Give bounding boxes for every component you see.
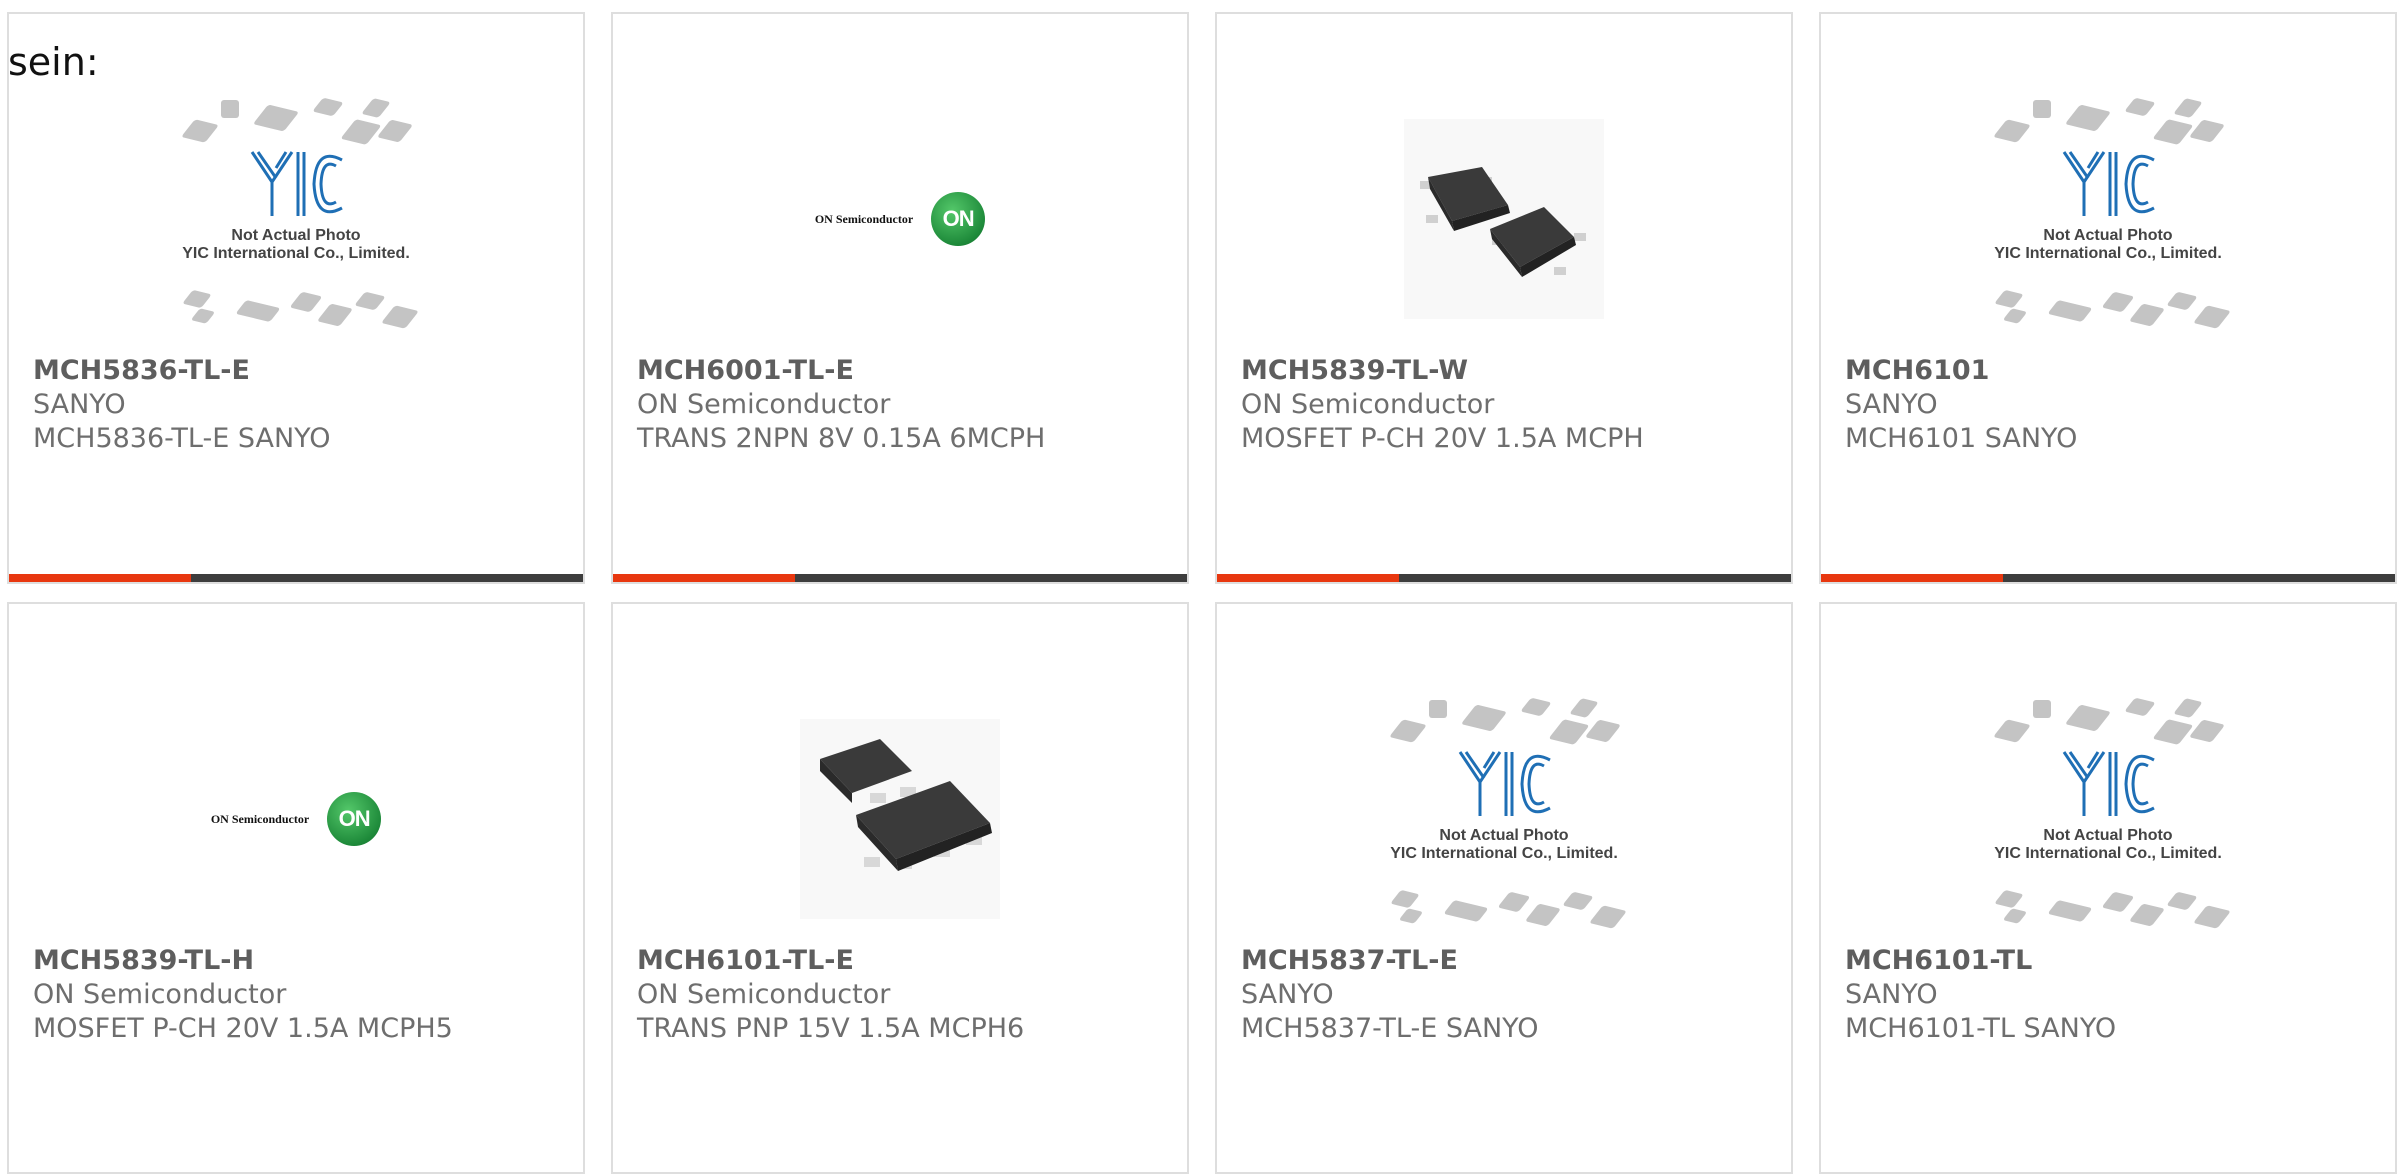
part-number[interactable]: MCH5839-TL-W: [1241, 354, 1644, 388]
placeholder-caption: Not Actual Photo: [1439, 827, 1569, 844]
manufacturer: SANYO: [33, 389, 126, 420]
manufacturer: SANYO: [1845, 979, 1938, 1010]
product-card[interactable]: ON Semiconductor ON MCH6001-TL-E ON Semi…: [611, 12, 1189, 584]
product-image[interactable]: ON Semiconductor ON: [9, 684, 583, 954]
product-card[interactable]: Not Actual Photo YIC International Co., …: [1819, 12, 2397, 584]
part-number[interactable]: MCH6101: [1845, 354, 2077, 388]
on-semiconductor-logo: ON Semiconductor ON: [815, 192, 986, 246]
part-number[interactable]: MCH5839-TL-H: [33, 944, 453, 978]
package-photo-icon: [1404, 119, 1604, 319]
product-card[interactable]: Not Actual Photo YIC International Co., …: [1819, 602, 2397, 1174]
product-image[interactable]: Not Actual Photo YIC International Co., …: [1821, 684, 2395, 954]
description: MCH5836-TL-E SANYO: [33, 423, 331, 454]
part-number[interactable]: MCH5836-TL-E: [33, 354, 330, 388]
card-bottom-bar: [613, 574, 1187, 582]
product-image[interactable]: Not Actual Photo YIC International Co., …: [1821, 84, 2395, 354]
part-number[interactable]: MCH6101-TL: [1845, 944, 2116, 978]
yic-logo-icon: [1458, 751, 1551, 816]
placeholder-caption: Not Actual Photo: [2043, 827, 2173, 844]
yic-logo-icon: [2062, 151, 2155, 216]
description: MCH6101 SANYO: [1845, 423, 2078, 454]
product-card[interactable]: Not Actual Photo YIC International Co., …: [1215, 602, 1793, 1174]
card-bottom-bar: [1217, 574, 1791, 582]
product-card[interactable]: Not Actual Photo YIC International Co., …: [7, 12, 585, 584]
description: MOSFET P-CH 20V 1.5A MCPH5: [33, 1013, 453, 1044]
yic-logo-icon: [2062, 751, 2155, 816]
description: MCH5837-TL-E SANYO: [1241, 1013, 1539, 1044]
part-number[interactable]: MCH6001-TL-E: [637, 354, 1045, 388]
product-card[interactable]: MCH5839-TL-W ON Semiconductor MOSFET P-C…: [1215, 12, 1793, 584]
on-logo-icon: ON: [327, 792, 382, 846]
part-number[interactable]: MCH5837-TL-E: [1241, 944, 1538, 978]
card-bottom-bar: [9, 574, 583, 582]
placeholder-company: YIC International Co., Limited.: [1994, 845, 2222, 862]
product-image[interactable]: [1217, 84, 1791, 354]
yic-placeholder-image: Not Actual Photo YIC International Co., …: [1978, 94, 2238, 344]
description: MCH6101-TL SANYO: [1845, 1013, 2117, 1044]
product-card[interactable]: MCH6101-TL-E ON Semiconductor TRANS PNP …: [611, 602, 1189, 1174]
package-photo-icon: [800, 719, 1000, 919]
manufacturer: ON Semiconductor: [33, 979, 287, 1010]
manufacturer: ON Semiconductor: [637, 979, 891, 1010]
product-image[interactable]: Not Actual Photo YIC International Co., …: [9, 84, 583, 354]
description: MOSFET P-CH 20V 1.5A MCPH: [1241, 423, 1644, 454]
on-logo-icon: ON: [931, 192, 986, 246]
placeholder-company: YIC International Co., Limited.: [182, 245, 410, 262]
yic-placeholder-image: Not Actual Photo YIC International Co., …: [1374, 694, 1634, 944]
placeholder-caption: Not Actual Photo: [2043, 227, 2173, 244]
product-image[interactable]: Not Actual Photo YIC International Co., …: [1217, 684, 1791, 954]
manufacturer: ON Semiconductor: [637, 389, 891, 420]
placeholder-company: YIC International Co., Limited.: [1994, 245, 2222, 262]
manufacturer: SANYO: [1241, 979, 1334, 1010]
product-image[interactable]: [613, 684, 1187, 954]
intro-text: sein:: [8, 40, 99, 84]
on-semiconductor-logo: ON Semiconductor ON: [211, 792, 382, 846]
manufacturer: ON Semiconductor: [1241, 389, 1495, 420]
yic-placeholder-image: Not Actual Photo YIC International Co., …: [166, 94, 426, 344]
description: TRANS PNP 15V 1.5A MCPH6: [637, 1013, 1025, 1044]
product-image[interactable]: ON Semiconductor ON: [613, 84, 1187, 354]
yic-placeholder-image: Not Actual Photo YIC International Co., …: [1978, 694, 2238, 944]
placeholder-company: YIC International Co., Limited.: [1390, 845, 1618, 862]
manufacturer: SANYO: [1845, 389, 1938, 420]
product-card[interactable]: ON Semiconductor ON MCH5839-TL-H ON Semi…: [7, 602, 585, 1174]
yic-logo-icon: [250, 151, 343, 216]
placeholder-caption: Not Actual Photo: [231, 227, 361, 244]
description: TRANS 2NPN 8V 0.15A 6MCPH: [637, 423, 1046, 454]
card-bottom-bar: [1821, 574, 2395, 582]
part-number[interactable]: MCH6101-TL-E: [637, 944, 1024, 978]
